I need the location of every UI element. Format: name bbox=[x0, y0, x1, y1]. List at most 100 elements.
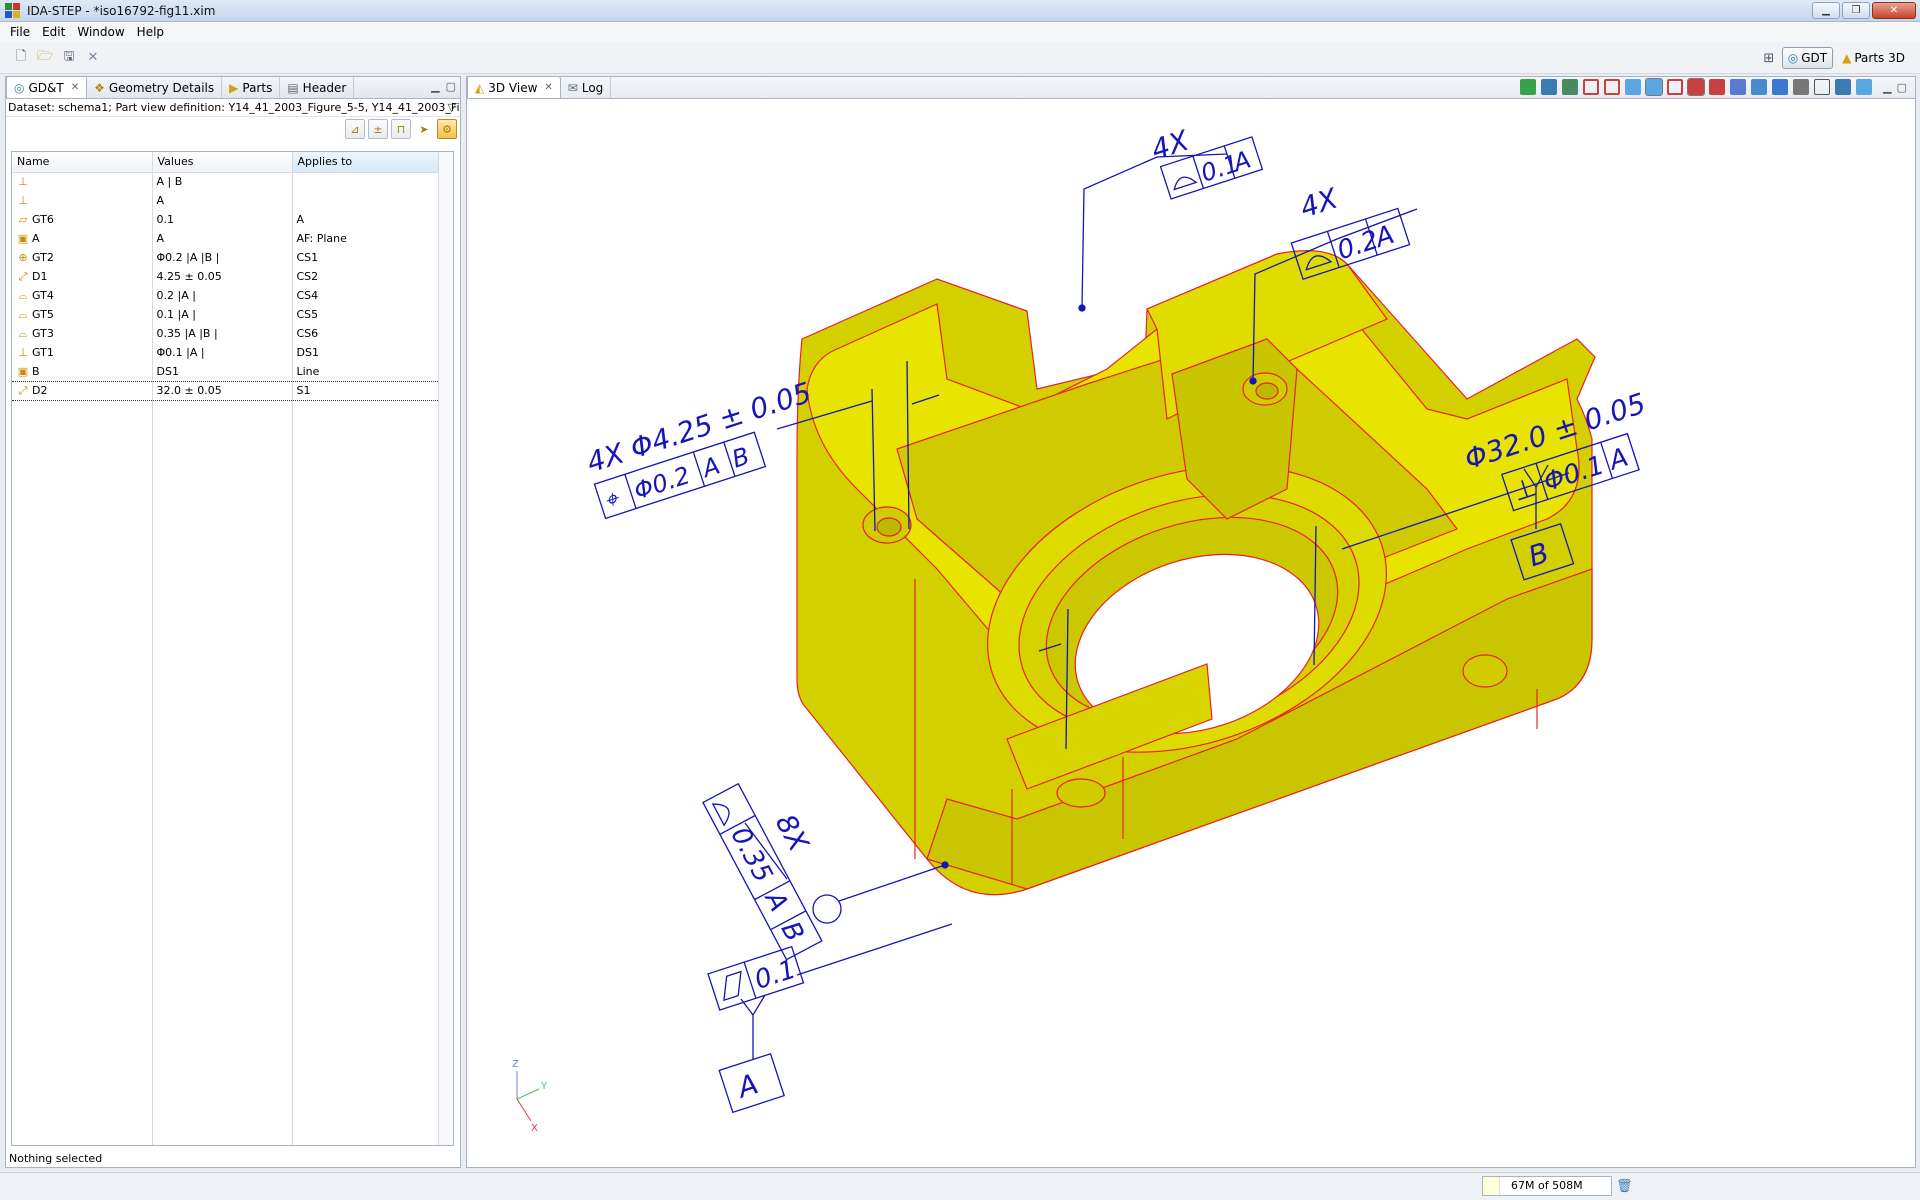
table-scrollbar[interactable] bbox=[438, 152, 453, 1145]
table-row[interactable]: ⌓ GT4 0.2 |A | CS4 bbox=[12, 286, 441, 305]
link-view-icon[interactable]: ⚙ bbox=[437, 119, 457, 139]
empty-cell bbox=[12, 495, 153, 514]
part-model[interactable] bbox=[796, 250, 1596, 896]
pan-icon[interactable] bbox=[1793, 79, 1810, 95]
shaded-icon[interactable] bbox=[1687, 78, 1706, 96]
perspective-parts3d[interactable]: ▲ Parts 3D bbox=[1837, 47, 1910, 69]
menu-file[interactable]: File bbox=[4, 25, 36, 39]
tab-parts[interactable]: ▶ Parts bbox=[222, 77, 281, 98]
tab-geometry-details[interactable]: ❖ Geometry Details bbox=[87, 77, 223, 98]
tolerance-filter-icon[interactable]: ± bbox=[368, 119, 388, 139]
maximize-panel-icon[interactable]: ▢ bbox=[1897, 81, 1907, 94]
empty-cell bbox=[12, 742, 153, 761]
close-file-icon[interactable]: ✕ bbox=[84, 49, 102, 67]
table-row[interactable]: ⊥ A | B bbox=[12, 172, 441, 191]
chevron-down-icon[interactable]: ▽ bbox=[448, 99, 456, 116]
tab-3d-view[interactable]: ◭ 3D View ✕ bbox=[467, 76, 561, 98]
empty-cell bbox=[152, 1103, 293, 1122]
table-row[interactable]: ⊕ GT2 Φ0.2 |A |B | CS1 bbox=[12, 248, 441, 267]
annotation-top2-count: 4X bbox=[1296, 181, 1342, 224]
table-row[interactable]: ⊥ GT1 Φ0.1 |A | DS1 bbox=[12, 343, 441, 362]
wireframe-icon[interactable] bbox=[1709, 79, 1726, 95]
minimize-panel-icon[interactable]: ▁ bbox=[1883, 81, 1891, 94]
empty-cell bbox=[292, 1008, 441, 1027]
close-tab-icon[interactable]: ✕ bbox=[71, 82, 79, 93]
empty-cell bbox=[152, 856, 293, 875]
menu-window[interactable]: Window bbox=[71, 25, 130, 39]
3d-view-toolbar: ▁ ▢ bbox=[1520, 78, 1907, 96]
perspective-gdt[interactable]: ◎ GDT bbox=[1781, 47, 1834, 69]
menu-edit[interactable]: Edit bbox=[36, 25, 71, 39]
3d-viewport[interactable]: 4X 0.1 A 4X 0.2 A 4X Φ4.25 ± 0.05 ⌖ Φ0.2… bbox=[467, 99, 1915, 1167]
highlight-icon[interactable]: ➤ bbox=[414, 119, 434, 139]
perspective-switcher: ⊞ ◎ GDT ▲ Parts 3D bbox=[1760, 47, 1910, 69]
table-row[interactable]: ⊥ A bbox=[12, 191, 441, 210]
column-values[interactable]: Values bbox=[152, 152, 293, 173]
view-back-icon[interactable] bbox=[1604, 79, 1621, 95]
empty-cell bbox=[152, 742, 293, 761]
menu-help[interactable]: Help bbox=[131, 25, 170, 39]
save-icon[interactable]: 🖫 bbox=[60, 49, 78, 67]
annotation-profile-tol: 0.35 bbox=[724, 822, 778, 887]
open-folder-icon[interactable]: 🗁 bbox=[36, 49, 54, 67]
empty-row bbox=[12, 742, 441, 761]
empty-cell bbox=[292, 609, 441, 628]
empty-cell bbox=[12, 1084, 153, 1103]
select-arrow-icon[interactable] bbox=[1814, 79, 1831, 95]
rotate-icon[interactable] bbox=[1835, 79, 1852, 95]
view-bottom-icon[interactable] bbox=[1667, 79, 1684, 95]
cell-applies-to: S1 bbox=[292, 380, 441, 401]
annotation-flatness[interactable]: 0.1 A bbox=[707, 923, 953, 1114]
table-row[interactable]: ⌓ GT5 0.1 |A | CS5 bbox=[12, 305, 441, 324]
window-title: IDA-STEP - *iso16792-fig11.xim bbox=[27, 3, 216, 18]
zoom-icon[interactable] bbox=[1856, 79, 1873, 95]
table-row[interactable]: ⌓ GT3 0.35 |A |B | CS6 bbox=[12, 324, 441, 343]
view-front-icon[interactable] bbox=[1583, 79, 1600, 95]
garbage-collect-icon[interactable]: 🗑 bbox=[1616, 1179, 1633, 1194]
open-perspective-icon[interactable]: ⊞ bbox=[1760, 49, 1778, 67]
table-row[interactable]: ⤢ D1 4.25 ± 0.05 CS2 bbox=[12, 267, 441, 286]
section-icon[interactable] bbox=[1772, 79, 1789, 95]
empty-cell bbox=[152, 590, 293, 609]
table-row[interactable]: ⤢ D2 32.0 ± 0.05 S1 bbox=[12, 380, 441, 401]
maximize-panel-icon[interactable]: ▢ bbox=[446, 80, 456, 93]
minimize-button[interactable]: ▁ bbox=[1812, 2, 1840, 19]
datum-filter-icon[interactable]: ⊿ bbox=[345, 119, 365, 139]
column-name[interactable]: Name bbox=[12, 152, 153, 173]
empty-cell bbox=[12, 932, 153, 951]
empty-row bbox=[12, 666, 441, 685]
empty-row bbox=[12, 818, 441, 837]
empty-cell bbox=[292, 913, 441, 932]
tab-header[interactable]: ▤ Header bbox=[280, 77, 355, 98]
view-iso-icon[interactable] bbox=[1645, 78, 1664, 96]
datum-system-icon: ⊥ bbox=[18, 194, 28, 207]
empty-cell bbox=[12, 476, 153, 495]
left-tab-row: ◎ GD&T ✕ ❖ Geometry Details ▶ Parts ▤ He… bbox=[6, 76, 460, 99]
view-top-icon[interactable] bbox=[1625, 79, 1642, 95]
hole-top-inner bbox=[1255, 382, 1279, 400]
hidden-line-icon[interactable] bbox=[1730, 79, 1747, 95]
tab-log[interactable]: ✉ Log bbox=[561, 77, 612, 98]
empty-row bbox=[12, 495, 441, 514]
dataset-selector[interactable]: Dataset: schema1; Part view definition: … bbox=[6, 99, 460, 117]
empty-cell bbox=[12, 552, 153, 571]
restore-button[interactable]: ❐ bbox=[1842, 2, 1870, 19]
table-row[interactable]: ▣ A A AF: Plane bbox=[12, 229, 441, 248]
minimize-panel-icon[interactable]: ▁ bbox=[431, 80, 439, 93]
empty-row bbox=[12, 951, 441, 970]
render-mode-icon[interactable] bbox=[1562, 79, 1579, 95]
tab-gdt[interactable]: ◎ GD&T ✕ bbox=[6, 76, 88, 98]
close-window-button[interactable]: ✕ bbox=[1872, 2, 1916, 19]
empty-cell bbox=[12, 514, 153, 533]
heap-status[interactable]: 67M of 508M bbox=[1482, 1176, 1612, 1196]
refresh-icon[interactable] bbox=[1520, 79, 1537, 95]
column-applies-to[interactable]: Applies to bbox=[292, 152, 441, 173]
table-row[interactable]: ▣ B DS1 Line bbox=[12, 362, 441, 381]
transparency-icon[interactable] bbox=[1751, 79, 1768, 95]
dimension-filter-icon[interactable]: ⊓ bbox=[391, 119, 411, 139]
table-row[interactable]: ▱ GT6 0.1 A bbox=[12, 210, 441, 229]
cube-view-icon[interactable] bbox=[1541, 79, 1558, 95]
close-tab-icon[interactable]: ✕ bbox=[544, 82, 552, 93]
new-file-icon[interactable]: 🗋 bbox=[12, 49, 30, 67]
empty-cell bbox=[12, 723, 153, 742]
